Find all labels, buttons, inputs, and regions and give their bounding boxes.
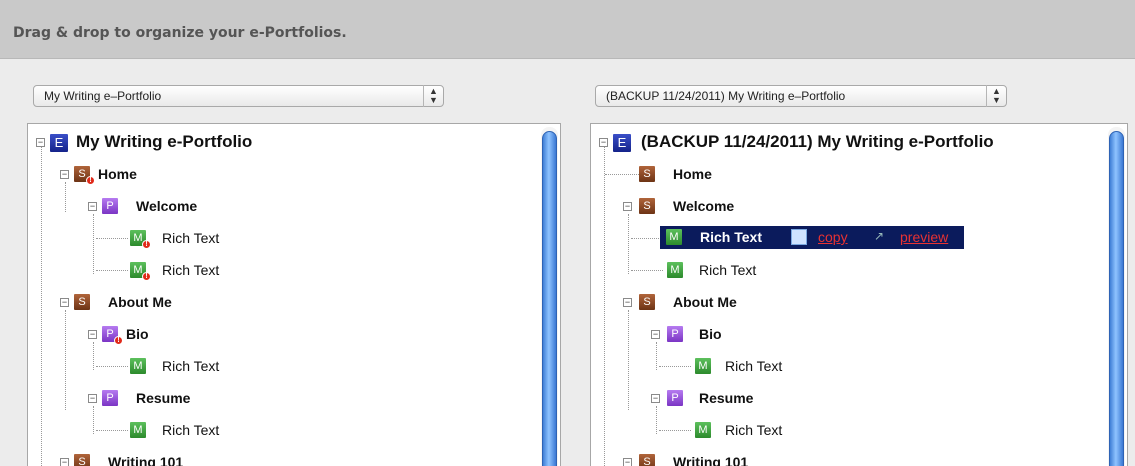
tree-node-rich-text[interactable]: M Rich Text — [28, 356, 248, 376]
tree-node-root[interactable]: − E (BACKUP 11/24/2011) My Writing e-Por… — [591, 132, 1091, 152]
section-icon: S — [639, 198, 655, 214]
section-icon: S — [639, 166, 655, 182]
collapse-icon[interactable]: − — [60, 170, 69, 179]
warning-icon: ! — [142, 240, 151, 249]
tree-node-bio[interactable]: − P Bio — [591, 324, 811, 344]
tree-node-home[interactable]: − S ! Home — [28, 164, 228, 185]
portfolio-select-left-value: My Writing e–Portfolio — [44, 89, 162, 103]
tree-node-welcome[interactable]: − P Welcome — [28, 196, 248, 216]
page-icon: P — [667, 390, 683, 406]
tree-node-label: Rich Text — [699, 262, 757, 278]
tree-node-home[interactable]: S Home — [591, 164, 791, 184]
collapse-icon[interactable]: − — [36, 138, 45, 147]
tree-node-label: Welcome — [673, 198, 735, 214]
portfolio-select-right[interactable]: (BACKUP 11/24/2011) My Writing e–Portfol… — [595, 85, 1007, 107]
page-icon: P — [102, 390, 118, 406]
tree-node-label: Home — [98, 166, 137, 182]
tree-node-label: Writing 101 — [673, 454, 749, 466]
page-icon: P — [667, 326, 683, 342]
external-link-icon[interactable]: ↗ — [874, 229, 884, 243]
collapse-icon[interactable]: − — [60, 298, 69, 307]
tree-node-label: About Me — [108, 294, 172, 310]
tree-node-label: Bio — [126, 326, 149, 342]
page-header: Drag & drop to organize your e-Portfolio… — [0, 0, 1135, 59]
collapse-icon[interactable]: − — [623, 202, 632, 211]
tree-node-label: Rich Text — [162, 262, 220, 278]
tree-node-label: (BACKUP 11/24/2011) My Writing e-Portfol… — [641, 132, 994, 151]
tree-node-label: Resume — [699, 390, 754, 406]
portfolio-tree-left[interactable]: − E My Writing e-Portfolio − S ! Home − … — [27, 123, 561, 466]
tree-node-resume[interactable]: − P Resume — [591, 388, 811, 408]
portfolio-select-left[interactable]: My Writing e–Portfolio ▲ ▼ — [33, 85, 444, 107]
module-icon: M — [130, 422, 146, 438]
tree-node-label: Rich Text — [162, 422, 220, 438]
tree-node-rich-text[interactable]: M ! Rich Text — [28, 228, 248, 249]
tree-node-rich-text[interactable]: M Rich Text — [591, 356, 811, 376]
tree-node-label: Writing 101 — [108, 454, 184, 466]
copy-icon[interactable] — [791, 229, 807, 245]
module-icon: M — [666, 229, 682, 245]
tree-node-label: Welcome — [136, 198, 198, 214]
tree-node-label: About Me — [673, 294, 737, 310]
tree-node-label: Resume — [136, 390, 191, 406]
collapse-icon[interactable]: − — [88, 202, 97, 211]
eportfolio-icon: E — [50, 134, 68, 152]
tree-node-label: Rich Text — [162, 358, 220, 374]
warning-icon: ! — [114, 336, 123, 345]
copy-link[interactable]: copy — [818, 229, 848, 245]
tree-node-resume[interactable]: − P Resume — [28, 388, 248, 408]
scrollbar-thumb[interactable] — [542, 131, 557, 466]
section-icon: S — [74, 454, 90, 466]
collapse-icon[interactable]: − — [623, 458, 632, 466]
tree-node-bio[interactable]: − P ! Bio — [28, 324, 248, 345]
collapse-icon[interactable]: − — [623, 298, 632, 307]
tree-node-label: Bio — [699, 326, 722, 342]
warning-icon: ! — [86, 176, 95, 185]
collapse-icon[interactable]: − — [88, 394, 97, 403]
tree-node-writing-101[interactable]: − S Writing 101 — [591, 452, 811, 466]
section-icon: S — [639, 454, 655, 466]
tree-node-rich-text[interactable]: M Rich Text — [591, 420, 811, 440]
eportfolio-icon: E — [613, 134, 631, 152]
tree-node-label: Rich Text — [725, 422, 783, 438]
collapse-icon[interactable]: − — [88, 330, 97, 339]
scrollbar[interactable] — [541, 127, 558, 466]
module-icon: M — [130, 358, 146, 374]
section-icon: S — [74, 294, 90, 310]
tree-node-writing-101[interactable]: − S Writing 101 — [28, 452, 248, 466]
scrollbar[interactable] — [1108, 127, 1125, 466]
preview-link[interactable]: preview — [900, 229, 948, 245]
module-icon: M — [695, 422, 711, 438]
section-icon: S — [639, 294, 655, 310]
tree-node-label: Rich Text — [162, 230, 220, 246]
tree-node-root[interactable]: − E My Writing e-Portfolio — [28, 132, 328, 152]
page-title: Drag & drop to organize your e-Portfolio… — [13, 25, 347, 41]
tree-node-label: Rich Text — [725, 358, 783, 374]
collapse-icon[interactable]: − — [651, 330, 660, 339]
page-icon: P — [102, 198, 118, 214]
module-icon: M — [667, 262, 683, 278]
tree-node-welcome[interactable]: − S Welcome — [591, 196, 791, 216]
collapse-icon[interactable]: − — [599, 138, 608, 147]
warning-icon: ! — [142, 272, 151, 281]
tree-node-label: My Writing e-Portfolio — [76, 132, 253, 151]
tree-node-rich-text[interactable]: M ! Rich Text — [28, 260, 248, 281]
tree-node-label: Home — [673, 166, 712, 182]
module-icon: M — [695, 358, 711, 374]
tree-node-label: Rich Text — [700, 229, 762, 245]
tree-node-about-me[interactable]: − S About Me — [28, 292, 248, 312]
tree-node-rich-text[interactable]: M Rich Text — [591, 260, 811, 280]
collapse-icon[interactable]: − — [651, 394, 660, 403]
tree-line — [631, 238, 663, 239]
updown-arrows-icon: ▲ ▼ — [423, 85, 443, 107]
collapse-icon[interactable]: − — [60, 458, 69, 466]
tree-node-about-me[interactable]: − S About Me — [591, 292, 811, 312]
tree-node-rich-text[interactable]: M Rich Text — [28, 420, 248, 440]
portfolio-tree-right[interactable]: − E (BACKUP 11/24/2011) My Writing e-Por… — [590, 123, 1128, 466]
scrollbar-thumb[interactable] — [1109, 131, 1124, 466]
tree-node-selected[interactable]: M Rich Text copy ↗ preview — [660, 226, 964, 249]
updown-arrows-icon: ▲ ▼ — [986, 85, 1006, 107]
portfolio-select-right-value: (BACKUP 11/24/2011) My Writing e–Portfol… — [606, 89, 846, 103]
